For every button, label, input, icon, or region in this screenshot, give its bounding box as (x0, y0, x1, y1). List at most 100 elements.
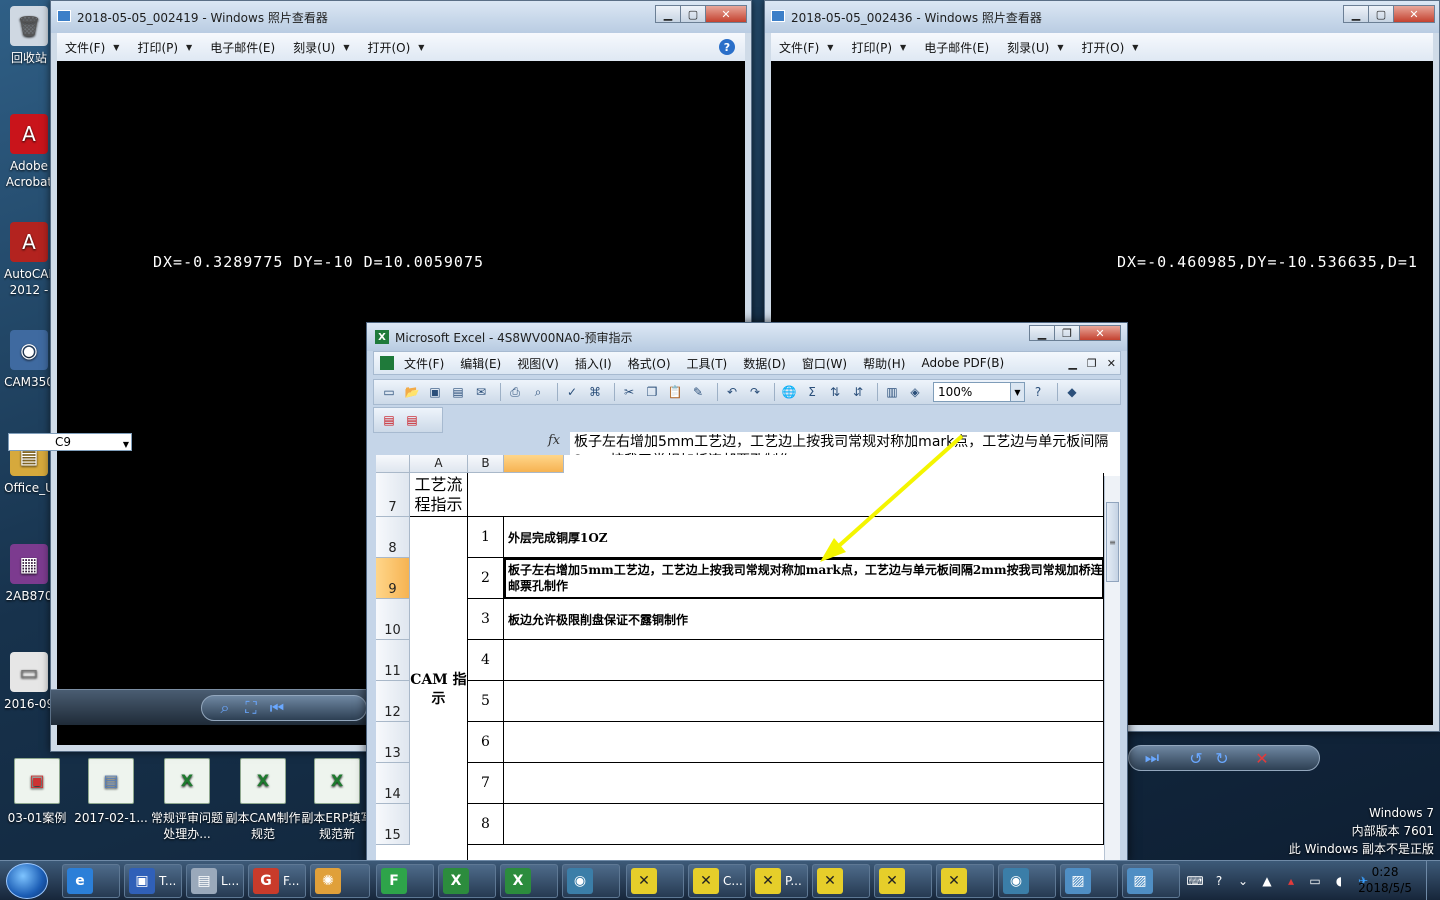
taskbar-item-x6[interactable]: ✕ (936, 864, 994, 898)
help-icon[interactable]: ? (719, 39, 735, 55)
menu-email[interactable]: 电子邮件(E) (210, 39, 275, 56)
open-icon[interactable]: 📂 (403, 383, 421, 401)
taskbar-item-t[interactable]: ▣ T... (124, 864, 182, 898)
research-icon[interactable]: ⌘ (586, 383, 604, 401)
table-cell-instruction-selected[interactable]: 板子左右增加5mm工艺边，工艺边上按我司常规对称加mark点，工艺边与单元板间隔… (504, 558, 1104, 599)
help-icon[interactable]: ? (1029, 383, 1047, 401)
row-header[interactable]: 15 (376, 804, 410, 845)
menu-open[interactable]: 打开(O) ▼ (367, 39, 424, 56)
taskbar-item-cam350[interactable]: ◉ (562, 864, 620, 898)
rotate-left-icon[interactable]: ↺ (1183, 745, 1209, 771)
table-cell-number[interactable]: 7 (468, 763, 504, 804)
table-cell-number[interactable]: 5 (468, 681, 504, 722)
actual-size-icon[interactable]: ⛶ (238, 695, 264, 721)
vertical-scrollbar[interactable]: ≡ (1104, 476, 1120, 862)
taskbar-item-x2[interactable]: ✕ C... (688, 864, 746, 898)
menu-window[interactable]: 窗口(W) (802, 355, 847, 372)
taskbar-item-cam350-2[interactable]: ◉ (998, 864, 1056, 898)
keyboard-icon[interactable]: ⌨ (1186, 872, 1204, 890)
taskbar-item-photo-2[interactable]: ▨ (1122, 864, 1180, 898)
minimize-button[interactable]: ▁ (1343, 5, 1369, 23)
menu-open[interactable]: 打开(O) ▼ (1081, 39, 1138, 56)
previous-icon[interactable]: ⏮ (264, 695, 290, 721)
table-cell-instruction[interactable] (504, 804, 1104, 845)
desktop-icon-erp-rules[interactable]: X 副本ERP填写规范新 (298, 758, 376, 844)
desktop-icon-2017-02[interactable]: ▤ 2017-02-1... (72, 758, 150, 844)
row-header[interactable]: 10 (376, 599, 410, 640)
help-icon[interactable]: ? (1210, 872, 1228, 890)
print-icon[interactable]: ⎙ (506, 383, 524, 401)
format-painter-icon[interactable]: ✎ (689, 383, 707, 401)
close-button[interactable]: ✕ (1079, 325, 1121, 341)
pdf-email-icon[interactable]: ▤ (403, 411, 421, 429)
taskbar-item-x3[interactable]: ✕ P... (750, 864, 808, 898)
row-header[interactable]: 7 (376, 473, 410, 517)
redo-icon[interactable]: ↷ (746, 383, 764, 401)
desktop-icon-acrobat[interactable]: A Adobe Acrobat (4, 114, 54, 210)
window-titlebar[interactable]: 2018-05-05_002436 - Windows 照片查看器 ▁ ▢ ✕ (765, 1, 1439, 33)
row-header[interactable]: 13 (376, 722, 410, 763)
delete-icon[interactable]: ✕ (1249, 745, 1275, 771)
show-hidden-icons-icon[interactable]: ▲ (1258, 872, 1276, 890)
table-cell-number[interactable]: 2 (468, 558, 504, 599)
column-header-c[interactable] (504, 455, 564, 473)
next-icon[interactable]: ⏭ (1139, 745, 1165, 771)
save-icon[interactable]: ▣ (426, 383, 444, 401)
permission-icon[interactable]: ▤ (449, 383, 467, 401)
sort-descending-icon[interactable]: ⇵ (849, 383, 867, 401)
taskbar-item-excel-2[interactable]: X (500, 864, 558, 898)
row-header[interactable]: 8 (376, 517, 410, 558)
table-cell-number[interactable]: 1 (468, 517, 504, 558)
drawing-icon[interactable]: ◈ (906, 383, 924, 401)
menu-file[interactable]: 文件(F) ▼ (65, 39, 119, 56)
zoom-select[interactable]: 100% ▼ (933, 382, 1025, 402)
table-cell-number[interactable]: 3 (468, 599, 504, 640)
dropdown-icon[interactable]: ⌄ (1234, 872, 1252, 890)
clock[interactable]: 0:28 2018/5/5 (1358, 864, 1412, 896)
maximize-button[interactable]: ▢ (680, 5, 706, 23)
network-icon[interactable]: ▭ (1306, 872, 1324, 890)
column-header-b[interactable]: B (468, 455, 504, 473)
autosum-icon[interactable]: Σ (803, 383, 821, 401)
spreadsheet-grid[interactable]: A B 7 8 9 10 11 12 13 14 15 工艺流程指示 CAM 指… (376, 455, 1104, 862)
scrollbar-thumb[interactable]: ≡ (1106, 502, 1119, 582)
row-header[interactable]: 9 (376, 558, 410, 599)
row-header[interactable]: 11 (376, 640, 410, 681)
taskbar-item-x1[interactable]: ✕ (626, 864, 684, 898)
table-cell-instruction[interactable]: 板边允许极限削盘保证不露铜制作 (504, 599, 1104, 640)
start-button[interactable] (6, 863, 48, 899)
taskbar-item-excel-1[interactable]: X (438, 864, 496, 898)
show-desktop-button[interactable] (1426, 861, 1440, 900)
volume-icon[interactable]: ◖ (1330, 872, 1348, 890)
new-icon[interactable]: ▭ (380, 383, 398, 401)
undo-icon[interactable]: ↶ (723, 383, 741, 401)
table-cell-instruction[interactable] (504, 722, 1104, 763)
doc-restore-button[interactable]: ❐ (1087, 357, 1097, 370)
restore-button[interactable]: ❐ (1054, 325, 1080, 341)
taskbar-item-f[interactable]: G F... (248, 864, 306, 898)
row-header[interactable]: 14 (376, 763, 410, 804)
table-cell-instruction[interactable] (504, 763, 1104, 804)
autocad-tray-icon[interactable]: ▴ (1282, 872, 1300, 890)
convert-to-pdf-icon[interactable]: ▤ (380, 411, 398, 429)
menu-view[interactable]: 视图(V) (517, 355, 559, 372)
name-box[interactable]: C9 ▼ (8, 433, 132, 451)
taskbar-item-ie[interactable]: e (62, 864, 120, 898)
print-preview-icon[interactable]: ⌕ (529, 383, 547, 401)
desktop-icon-autocad[interactable]: A AutoCAD 2012 - (4, 222, 54, 318)
menu-data[interactable]: 数据(D) (743, 355, 786, 372)
taskbar-item-l[interactable]: ▤ L... (186, 864, 244, 898)
menu-help[interactable]: 帮助(H) (863, 355, 905, 372)
window-titlebar[interactable]: X Microsoft Excel - 4S8WV00NA0-预审指示 ▁ ❐ … (367, 323, 1127, 351)
window-titlebar[interactable]: 2018-05-05_002419 - Windows 照片查看器 ▁ ▢ ✕ (51, 1, 751, 33)
menu-file[interactable]: 文件(F) ▼ (779, 39, 833, 56)
hyperlink-icon[interactable]: 🌐 (780, 383, 798, 401)
menu-print[interactable]: 打印(P) ▼ (851, 39, 906, 56)
menu-edit[interactable]: 编辑(E) (460, 355, 501, 372)
menu-format[interactable]: 格式(O) (628, 355, 671, 372)
table-cell-instruction[interactable]: 外层完成铜厚1OZ (504, 517, 1104, 558)
taskbar-item-x4[interactable]: ✕ (812, 864, 870, 898)
menu-burn[interactable]: 刻录(U) ▼ (1007, 39, 1063, 56)
desktop-icon-review-rules[interactable]: X 常规评审问题处理办... (148, 758, 226, 844)
cam-section-cell[interactable]: CAM 指示 (410, 517, 468, 862)
